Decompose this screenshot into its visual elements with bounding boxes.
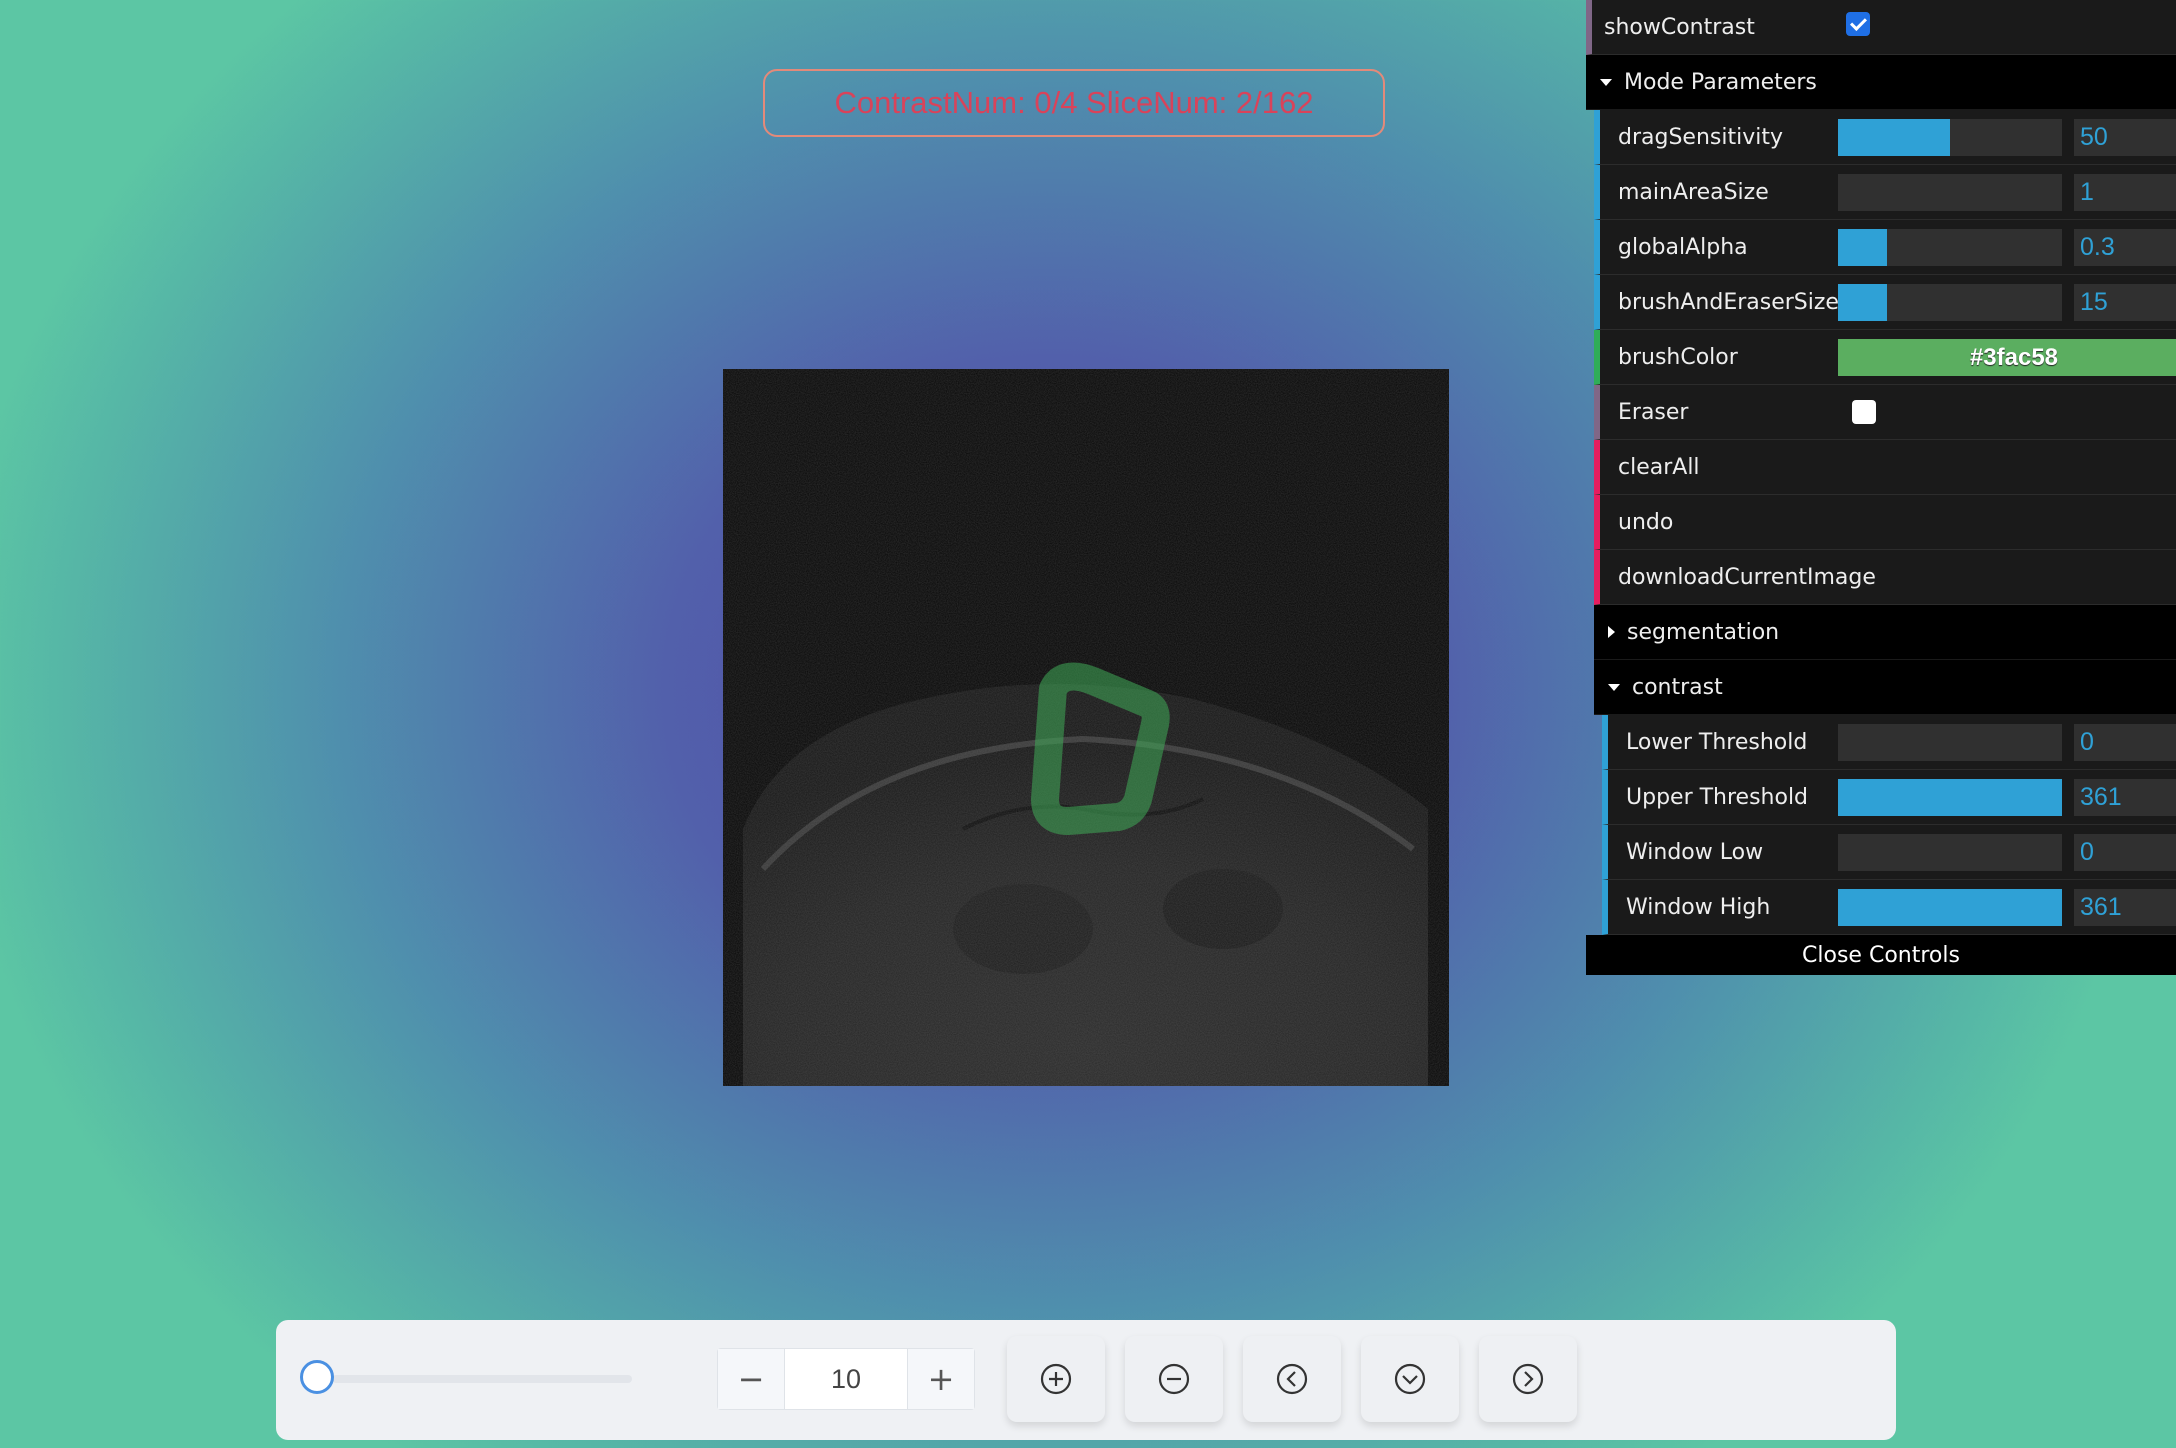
window-low-input[interactable]: 0 bbox=[2074, 834, 2176, 871]
mode-parameters-title: Mode Parameters bbox=[1624, 69, 1817, 95]
window-low-row: Window Low 0 bbox=[1602, 825, 2176, 880]
eraser-row: Eraser bbox=[1594, 385, 2176, 440]
stepper-value-input[interactable]: 10 bbox=[784, 1349, 908, 1409]
down-icon bbox=[1394, 1363, 1426, 1395]
decrement-button[interactable]: − bbox=[718, 1349, 784, 1409]
drag-sensitivity-label: dragSensitivity bbox=[1618, 124, 1783, 150]
window-high-slider[interactable] bbox=[1838, 889, 2062, 926]
zoom-in-icon bbox=[1040, 1363, 1072, 1395]
status-label: ContrastNum: 0/4 SliceNum: 2/162 bbox=[763, 69, 1385, 137]
upper-threshold-row: Upper Threshold 361 bbox=[1602, 770, 2176, 825]
upper-threshold-slider[interactable] bbox=[1838, 779, 2062, 816]
brush-color-label: brushColor bbox=[1618, 344, 1738, 370]
chevron-down-icon bbox=[1600, 78, 1612, 86]
drag-sensitivity-row: dragSensitivity 50 bbox=[1594, 110, 2176, 165]
controls-panel: showContrast Mode Parameters dragSensiti… bbox=[1586, 0, 2176, 975]
zoom-out-icon bbox=[1158, 1363, 1190, 1395]
brush-size-input[interactable]: 15 bbox=[2074, 284, 2176, 321]
eraser-label: Eraser bbox=[1618, 399, 1689, 425]
mode-parameters-folder[interactable]: Mode Parameters bbox=[1586, 55, 2176, 110]
window-low-label: Window Low bbox=[1626, 839, 1764, 865]
brush-size-row: brushAndEraserSize 15 bbox=[1594, 275, 2176, 330]
close-controls-button[interactable]: Close Controls bbox=[1586, 935, 2176, 975]
previous-slice-button[interactable] bbox=[1243, 1336, 1341, 1422]
next-icon bbox=[1512, 1363, 1544, 1395]
upper-threshold-input[interactable]: 361 bbox=[2074, 779, 2176, 816]
clear-all-label: clearAll bbox=[1618, 454, 1700, 480]
chevron-down-icon bbox=[1608, 683, 1620, 691]
chevron-right-icon bbox=[1608, 626, 1615, 638]
window-high-label: Window High bbox=[1626, 894, 1771, 920]
brush-size-label: brushAndEraserSize bbox=[1618, 289, 1839, 315]
image-viewer-canvas[interactable] bbox=[723, 369, 1449, 1086]
undo-button[interactable]: undo bbox=[1594, 495, 2176, 550]
window-high-input[interactable]: 361 bbox=[2074, 889, 2176, 926]
drag-sensitivity-slider[interactable] bbox=[1838, 119, 2062, 156]
global-alpha-slider[interactable] bbox=[1838, 229, 2062, 266]
main-area-size-slider[interactable] bbox=[1838, 174, 2062, 211]
global-alpha-label: globalAlpha bbox=[1618, 234, 1748, 260]
increment-button[interactable]: + bbox=[908, 1349, 974, 1409]
eraser-checkbox[interactable] bbox=[1852, 400, 1876, 424]
main-area-size-label: mainAreaSize bbox=[1618, 179, 1769, 205]
download-image-button[interactable]: downloadCurrentImage bbox=[1594, 550, 2176, 605]
global-alpha-input[interactable]: 0.3 bbox=[2074, 229, 2176, 266]
drag-sensitivity-input[interactable]: 50 bbox=[2074, 119, 2176, 156]
down-button[interactable] bbox=[1361, 1336, 1459, 1422]
main-area-size-row: mainAreaSize 1 bbox=[1594, 165, 2176, 220]
segmentation-folder[interactable]: segmentation bbox=[1594, 605, 2176, 660]
window-high-row: Window High 361 bbox=[1602, 880, 2176, 935]
show-contrast-checkbox[interactable] bbox=[1846, 12, 1870, 36]
segmentation-title: segmentation bbox=[1627, 619, 1780, 645]
zoom-out-button[interactable] bbox=[1125, 1336, 1223, 1422]
next-slice-button[interactable] bbox=[1479, 1336, 1577, 1422]
main-area-size-input[interactable]: 1 bbox=[2074, 174, 2176, 211]
global-alpha-row: globalAlpha 0.3 bbox=[1594, 220, 2176, 275]
mri-slice-image bbox=[723, 369, 1449, 1086]
zoom-in-button[interactable] bbox=[1007, 1336, 1105, 1422]
clear-all-button[interactable]: clearAll bbox=[1594, 440, 2176, 495]
bottom-toolbar: − 10 + bbox=[276, 1320, 1896, 1440]
lower-threshold-row: Lower Threshold 0 bbox=[1602, 715, 2176, 770]
upper-threshold-label: Upper Threshold bbox=[1626, 784, 1809, 810]
window-low-slider[interactable] bbox=[1838, 834, 2062, 871]
slice-slider-handle[interactable] bbox=[300, 1360, 334, 1394]
slice-slider-track[interactable] bbox=[332, 1375, 632, 1383]
previous-icon bbox=[1276, 1363, 1308, 1395]
undo-label: undo bbox=[1618, 509, 1674, 535]
brush-size-stepper: − 10 + bbox=[717, 1348, 975, 1410]
lower-threshold-slider[interactable] bbox=[1838, 724, 2062, 761]
lower-threshold-label: Lower Threshold bbox=[1626, 729, 1808, 755]
lower-threshold-input[interactable]: 0 bbox=[2074, 724, 2176, 761]
download-image-label: downloadCurrentImage bbox=[1618, 564, 1876, 590]
contrast-title: contrast bbox=[1632, 674, 1723, 700]
show-contrast-label: showContrast bbox=[1604, 14, 1755, 40]
brush-size-slider[interactable] bbox=[1838, 284, 2062, 321]
contrast-folder[interactable]: contrast bbox=[1594, 660, 2176, 715]
brush-color-picker[interactable]: #3fac58 bbox=[1838, 339, 2176, 376]
brush-color-row: brushColor #3fac58 bbox=[1594, 330, 2176, 385]
